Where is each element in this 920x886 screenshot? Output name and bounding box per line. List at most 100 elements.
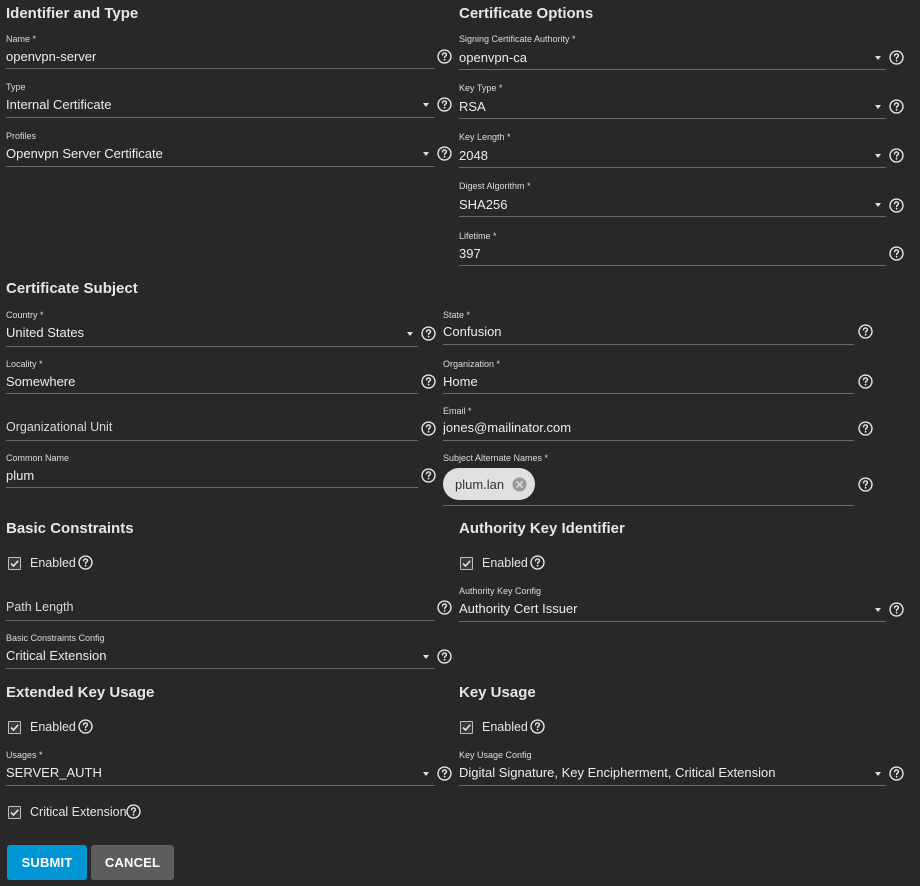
organizational-unit-help-icon[interactable] <box>421 421 436 436</box>
name-field[interactable]: Name * openvpn-server <box>6 34 435 70</box>
organizational-unit-placeholder: Organizational Unit <box>6 420 113 434</box>
path-length-placeholder: Path Length <box>6 600 74 614</box>
key-usage-config-underline <box>459 785 886 786</box>
path-length-help-icon[interactable] <box>437 600 452 615</box>
authority-key-config-value: Authority Cert Issuer <box>459 601 578 616</box>
state-input[interactable]: Confusion <box>443 324 843 339</box>
profiles-select[interactable]: Profiles Openvpn Server Certificate <box>6 131 435 167</box>
chevron-down-icon <box>423 655 429 659</box>
section-title-certificate-options: Certificate Options <box>459 5 594 22</box>
email-field[interactable]: Email * jones@mailinator.com <box>443 406 854 442</box>
usages-label: Usages * <box>6 750 43 760</box>
country-select[interactable]: Country * United States <box>6 310 418 347</box>
key-usage-config-help-icon[interactable] <box>889 766 904 781</box>
chevron-down-icon <box>875 105 881 109</box>
signing-ca-help-icon[interactable] <box>889 50 904 65</box>
basic-constraints-config-help-icon[interactable] <box>437 649 452 664</box>
subject-alternate-names-field[interactable]: Subject Alternate Names * plum.lan <box>443 453 854 506</box>
common-name-input[interactable]: plum <box>6 468 406 483</box>
country-label: Country * <box>6 310 44 320</box>
lifetime-help-icon[interactable] <box>889 246 904 261</box>
state-label: State * <box>443 310 471 320</box>
authority-key-config-underline <box>459 621 886 622</box>
section-title-certificate-subject: Certificate Subject <box>6 280 138 297</box>
key-usage-config-label: Key Usage Config <box>459 750 532 760</box>
submit-button[interactable]: SUBMIT <box>7 845 87 880</box>
key-type-help-icon[interactable] <box>889 99 904 114</box>
authority-key-enabled-help-icon[interactable] <box>530 555 545 570</box>
critical-extension-label: Critical Extension <box>30 805 127 819</box>
usages-help-icon[interactable] <box>437 766 452 781</box>
organizational-unit-field[interactable]: Organizational Unit <box>6 406 418 442</box>
chevron-down-icon <box>875 608 881 612</box>
digest-algorithm-select[interactable]: Digest Algorithm * SHA256 <box>459 181 886 217</box>
lifetime-label: Lifetime * <box>459 231 497 241</box>
authority-key-config-help-icon[interactable] <box>889 602 904 617</box>
state-field[interactable]: State * Confusion <box>443 310 854 346</box>
common-name-label: Common Name <box>6 453 70 463</box>
key-length-select[interactable]: Key Length * 2048 <box>459 132 886 168</box>
checkbox-icon <box>8 557 21 570</box>
section-title-authority-key-identifier: Authority Key Identifier <box>459 520 625 537</box>
critical-extension-help-icon[interactable] <box>126 804 141 819</box>
common-name-underline <box>6 487 418 488</box>
digest-algorithm-help-icon[interactable] <box>889 198 904 213</box>
name-help-icon[interactable] <box>437 49 452 64</box>
basic-constraints-config-underline <box>6 668 435 669</box>
digest-algorithm-value: SHA256 <box>459 197 508 212</box>
signing-ca-select[interactable]: Signing Certificate Authority * openvpn-… <box>459 34 886 70</box>
organization-field[interactable]: Organization * Home <box>443 359 854 395</box>
authority-key-config-select[interactable]: Authority Key Config Authority Cert Issu… <box>459 586 886 622</box>
key-usage-enabled-help-icon[interactable] <box>530 719 545 734</box>
basic-constraints-enabled-help-icon[interactable] <box>78 555 93 570</box>
path-length-field[interactable]: Path Length <box>6 586 435 622</box>
key-length-help-icon[interactable] <box>889 148 904 163</box>
profiles-help-icon[interactable] <box>437 146 452 161</box>
country-underline <box>6 346 418 347</box>
state-help-icon[interactable] <box>858 324 873 339</box>
signing-ca-underline <box>459 69 886 70</box>
organization-input[interactable]: Home <box>443 374 843 389</box>
locality-input[interactable]: Somewhere <box>6 374 406 389</box>
checkbox-icon <box>460 721 473 734</box>
locality-help-icon[interactable] <box>421 374 436 389</box>
profiles-value: Openvpn Server Certificate <box>6 146 163 161</box>
digest-algorithm-underline <box>459 216 886 217</box>
key-type-label: Key Type * <box>459 83 503 93</box>
type-help-icon[interactable] <box>437 97 452 112</box>
key-length-label: Key Length * <box>459 132 511 142</box>
lifetime-input[interactable]: 397 <box>459 246 859 261</box>
san-chip[interactable]: plum.lan <box>443 468 536 500</box>
locality-underline <box>6 393 418 394</box>
name-input[interactable]: openvpn-server <box>6 49 426 64</box>
locality-field[interactable]: Locality * Somewhere <box>6 359 418 395</box>
signing-ca-label: Signing Certificate Authority * <box>459 34 576 44</box>
cancel-button[interactable]: CANCEL <box>91 845 174 880</box>
san-chip-label: plum.lan <box>455 476 505 492</box>
section-title-basic-constraints: Basic Constraints <box>6 520 134 537</box>
organization-underline <box>443 393 854 394</box>
lifetime-field[interactable]: Lifetime * 397 <box>459 231 886 267</box>
chevron-down-icon <box>423 152 429 156</box>
common-name-help-icon[interactable] <box>421 468 436 483</box>
close-icon[interactable] <box>512 476 527 492</box>
organization-help-icon[interactable] <box>858 374 873 389</box>
authority-key-config-label: Authority Key Config <box>459 586 542 596</box>
basic-constraints-config-select[interactable]: Basic Constraints Config Critical Extens… <box>6 633 435 669</box>
chevron-down-icon <box>875 154 881 158</box>
chevron-down-icon <box>875 203 881 207</box>
common-name-field[interactable]: Common Name plum <box>6 453 418 489</box>
section-title-identifier: Identifier and Type <box>6 5 139 22</box>
country-help-icon[interactable] <box>421 326 436 341</box>
key-type-select[interactable]: Key Type * RSA <box>459 83 886 119</box>
key-usage-config-select[interactable]: Key Usage Config Digital Signature, Key … <box>459 750 886 786</box>
type-select[interactable]: Type Internal Certificate <box>6 82 435 118</box>
subject-alternate-names-help-icon[interactable] <box>858 477 873 492</box>
key-type-value: RSA <box>459 99 486 114</box>
usages-select[interactable]: Usages * SERVER_AUTH <box>6 750 435 786</box>
email-input[interactable]: jones@mailinator.com <box>443 420 843 435</box>
checkbox-icon <box>8 721 21 734</box>
extended-key-usage-enabled-help-icon[interactable] <box>78 719 93 734</box>
key-length-value: 2048 <box>459 148 488 163</box>
email-help-icon[interactable] <box>858 421 873 436</box>
